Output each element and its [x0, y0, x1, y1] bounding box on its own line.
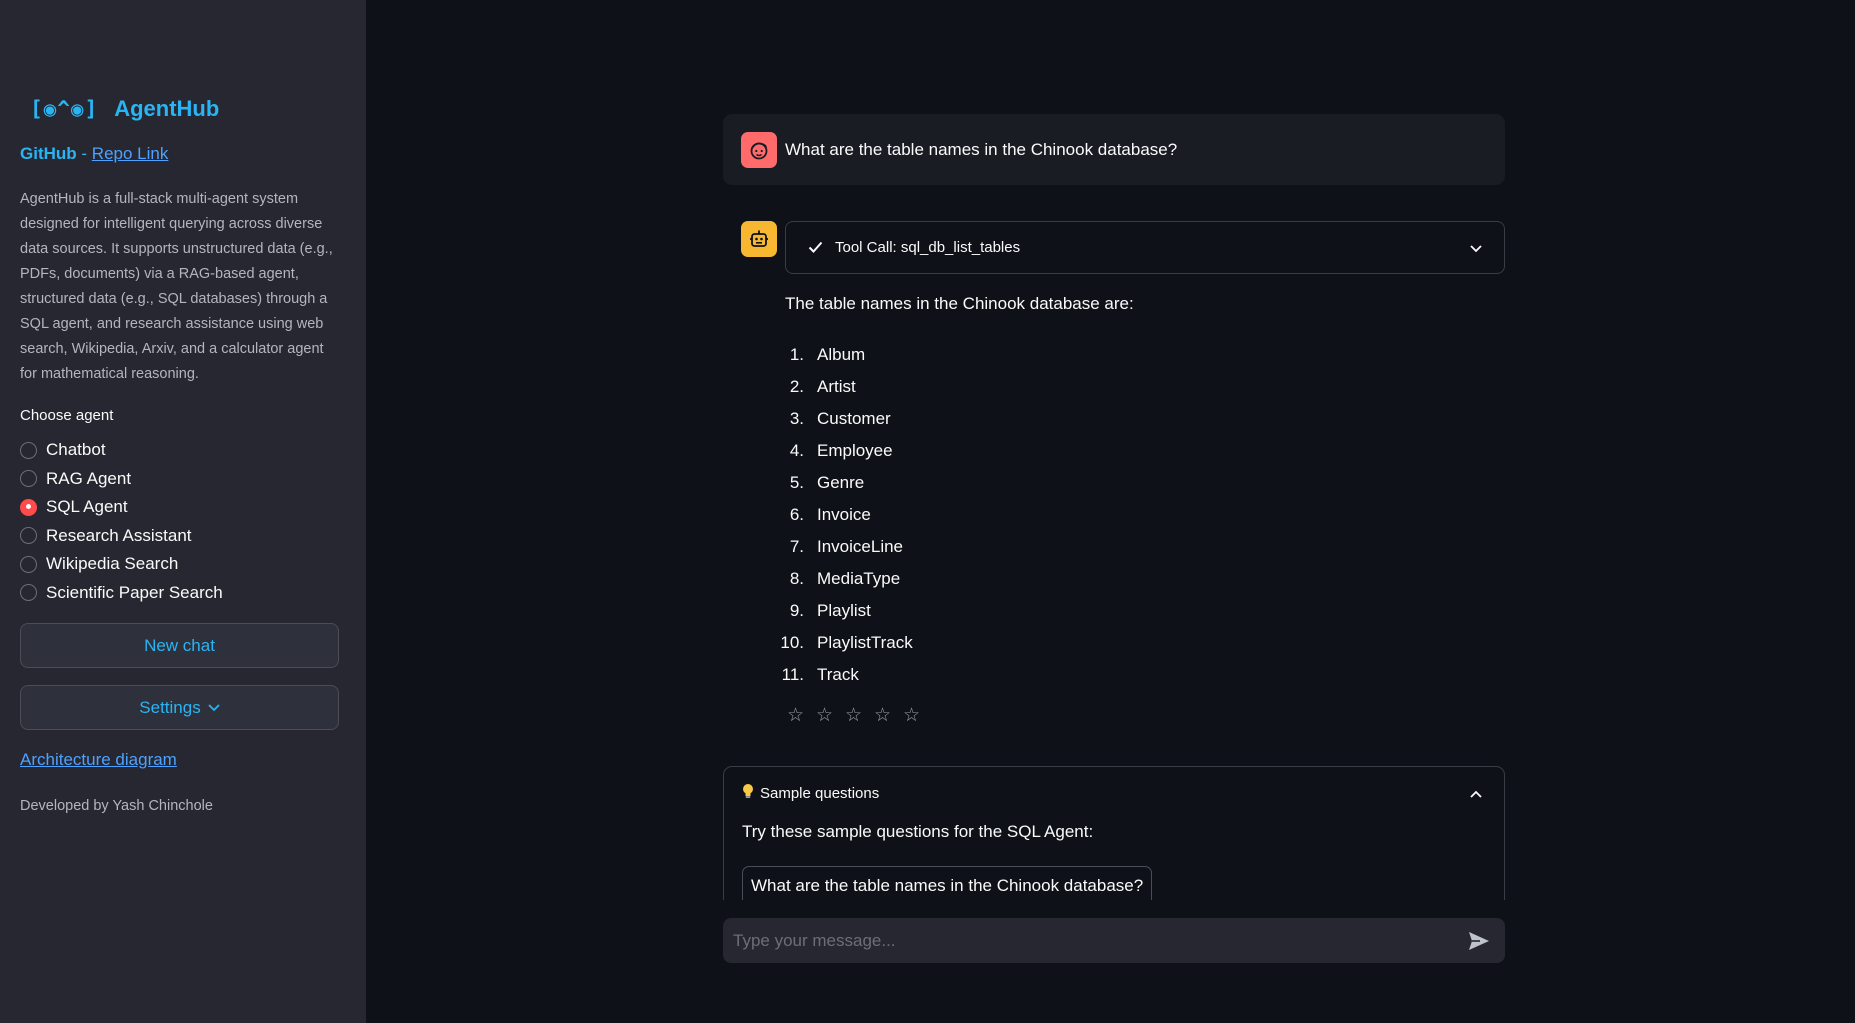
star-icon[interactable]: ☆	[903, 704, 932, 727]
list-item: 2. Artist	[773, 371, 913, 403]
list-item-text: PlaylistTrack	[817, 633, 913, 652]
agent-option-label: Research Assistant	[46, 525, 192, 545]
list-item-text: Genre	[817, 473, 865, 492]
agent-option-label: Wikipedia Search	[46, 554, 179, 574]
list-number: 3.	[789, 409, 804, 428]
list-number: 8.	[789, 569, 804, 588]
send-icon[interactable]	[1465, 927, 1493, 955]
developer-credit: Developed by Yash Chinchole	[20, 798, 213, 814]
chat-input[interactable]	[733, 930, 1465, 951]
agent-option-label: SQL Agent	[46, 497, 128, 517]
github-label: GitHub	[20, 144, 77, 163]
sidebar: [◉^◉] AgentHub GitHub - Repo Link AgentH…	[0, 0, 366, 1023]
list-item: 6. Invoice	[773, 499, 913, 531]
tool-call-expander[interactable]: Tool Call: sql_db_list_tables	[785, 221, 1505, 274]
list-item-text: InvoiceLine	[817, 537, 904, 556]
list-number: 1.	[789, 345, 804, 364]
list-item: 11. Track	[773, 659, 913, 691]
list-item-text: Customer	[817, 409, 891, 428]
radio-button[interactable]	[20, 584, 37, 602]
radio-button[interactable]	[20, 470, 37, 488]
chevron-up-icon[interactable]	[1470, 785, 1482, 801]
agent-option-label: RAG Agent	[46, 468, 132, 488]
check-icon	[808, 238, 823, 258]
list-item-text: Playlist	[817, 601, 871, 620]
star-icon[interactable]: ☆	[845, 704, 874, 727]
list-item-text: Invoice	[817, 505, 871, 524]
agent-option-sql-agent[interactable]: SQL Agent	[20, 493, 223, 522]
lightbulb-icon	[742, 783, 754, 803]
star-icon[interactable]: ☆	[874, 704, 903, 727]
feedback-rating: ☆ ☆ ☆ ☆ ☆	[787, 704, 932, 727]
app-description: AgentHub is a full-stack multi-agent sys…	[20, 191, 333, 382]
repo-link[interactable]: Repo Link	[92, 144, 169, 163]
user-message-text: What are the table names in the Chinook …	[785, 139, 1178, 159]
radio-button-selected[interactable]	[20, 498, 37, 516]
agent-option-label: Chatbot	[46, 440, 106, 460]
agent-option-scientific-paper-search[interactable]: Scientific Paper Search	[20, 579, 223, 608]
list-number: 2.	[789, 377, 804, 396]
sample-question-label: What are the table names in the Chinook …	[751, 876, 1144, 895]
sample-questions-intro: Try these sample questions for the SQL A…	[742, 822, 1094, 841]
app-name: AgentHub	[114, 96, 220, 121]
brand: [◉^◉] AgentHub	[30, 96, 219, 122]
list-item: 9. Playlist	[773, 595, 913, 627]
list-item-text: Employee	[817, 441, 893, 460]
tool-call-label: Tool Call: sql_db_list_tables	[835, 239, 1021, 256]
agent-option-rag-agent[interactable]: RAG Agent	[20, 465, 223, 494]
radio-button[interactable]	[20, 527, 37, 545]
table-names-list: 1. Album 2. Artist 3. Customer 4. Employee 5…	[773, 339, 913, 691]
list-item: 8. MediaType	[773, 563, 913, 595]
list-item: 3. Customer	[773, 403, 913, 435]
robot-icon	[741, 221, 777, 257]
list-item-text: Album	[817, 345, 866, 364]
logo-icon: [◉^◉]	[30, 97, 99, 121]
radio-button[interactable]	[20, 555, 37, 573]
face-icon	[741, 131, 777, 168]
agent-option-research-assistant[interactable]: Research Assistant	[20, 522, 223, 551]
star-icon[interactable]: ☆	[787, 704, 816, 727]
list-number: 5.	[789, 473, 804, 492]
chevron-down-icon[interactable]	[1470, 240, 1482, 256]
list-item: 5. Genre	[773, 467, 913, 499]
new-chat-label: New chat	[144, 635, 215, 655]
list-item: 1. Album	[773, 339, 913, 371]
list-item: 7. InvoiceLine	[773, 531, 913, 563]
user-message: What are the table names in the Chinook …	[723, 114, 1505, 185]
sample-questions-title: Sample questions	[760, 784, 880, 802]
sample-questions-header[interactable]: Sample questions	[724, 767, 1504, 819]
agent-radio-group: Chatbot RAG Agent SQL Agent Research Ass…	[20, 436, 223, 607]
list-number: 11.	[781, 665, 804, 684]
architecture-diagram-link[interactable]: Architecture diagram	[20, 750, 177, 769]
choose-agent-label: Choose agent	[20, 407, 114, 424]
links-separator: -	[81, 144, 88, 163]
list-number: 9.	[789, 601, 804, 620]
answer-intro: The table names in the Chinook database …	[785, 294, 1134, 313]
list-item: 10. PlaylistTrack	[773, 627, 913, 659]
star-icon[interactable]: ☆	[816, 704, 845, 727]
agent-option-chatbot[interactable]: Chatbot	[20, 436, 223, 465]
radio-button[interactable]	[20, 441, 37, 459]
agent-option-wikipedia-search[interactable]: Wikipedia Search	[20, 550, 223, 579]
chevron-down-icon	[208, 700, 220, 715]
settings-label: Settings	[139, 697, 201, 717]
list-item-text: MediaType	[817, 569, 901, 588]
list-number: 4.	[789, 441, 804, 460]
agent-option-label: Scientific Paper Search	[46, 582, 223, 602]
settings-button[interactable]: Settings	[20, 685, 339, 730]
chat-input-container	[723, 918, 1505, 963]
list-item-text: Track	[817, 665, 859, 684]
list-number: 6.	[789, 505, 804, 524]
new-chat-button[interactable]: New chat	[20, 623, 339, 668]
architecture-row: Architecture diagram	[20, 750, 177, 770]
list-item: 4. Employee	[773, 435, 913, 467]
links-row: GitHub - Repo Link	[20, 144, 168, 164]
list-number: 10.	[780, 633, 804, 652]
list-number: 7.	[789, 537, 804, 556]
list-item-text: Artist	[817, 377, 856, 396]
